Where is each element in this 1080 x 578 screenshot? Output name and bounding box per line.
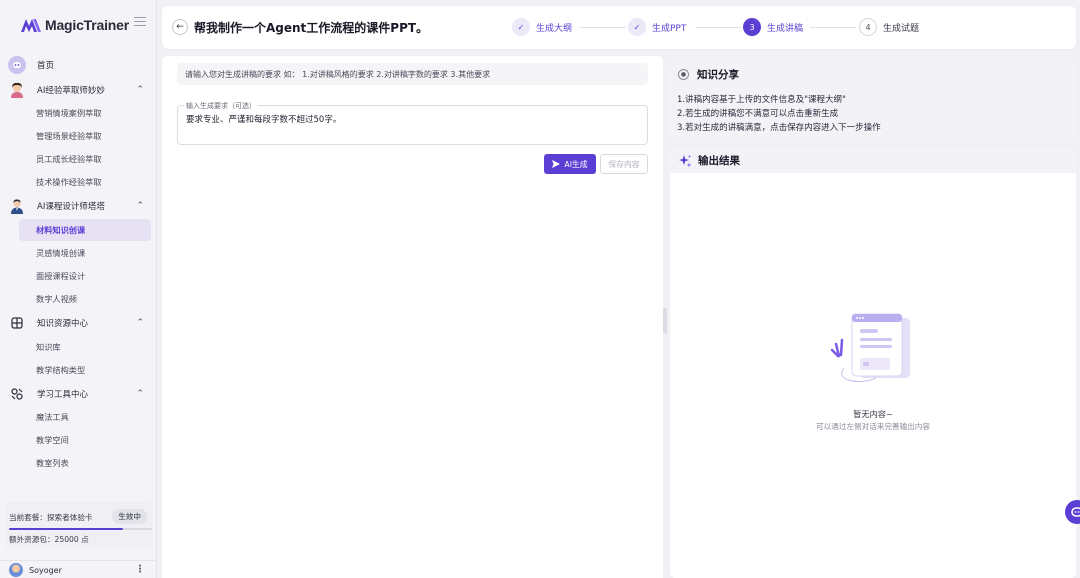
save-button[interactable]: 保存内容 <box>600 154 648 174</box>
sidebar-subitem[interactable]: 灵感情境创课 <box>19 242 151 264</box>
send-icon <box>552 160 561 168</box>
avatar-icon <box>8 197 26 215</box>
tools-icon <box>8 385 26 403</box>
step-divider <box>696 27 742 28</box>
step-label: 生成大纲 <box>536 23 573 34</box>
sidebar-subitem[interactable]: 知识库 <box>19 336 151 358</box>
sidebar-item-label: 首页 <box>37 61 55 71</box>
status-badge: 生效中 <box>112 509 147 524</box>
step-outline[interactable]: ✓ 生成大纲 <box>512 18 572 36</box>
header: ← 帮我制作一个Agent工作流程的课件PPT。 ✓ 生成大纲 ✓ 生成PPT … <box>162 6 1076 49</box>
sparkle-icon <box>679 154 692 167</box>
knowledge-line: 3.若对生成的讲稿满意，点击保存内容进入下一步操作 <box>677 123 881 133</box>
requirements-input[interactable]: 输入生成要求（可选） 要求专业、严谨和每段字数不超过50字。 <box>177 101 648 145</box>
chevron-up-icon[interactable]: ⌃ <box>136 201 144 211</box>
app-name: MagicTrainer <box>45 17 129 33</box>
plan-progress-bar <box>9 528 152 530</box>
plan-box: 当前套餐：探索者体验卡 生效中 额外资源包：25000 点 <box>5 502 152 548</box>
step-script[interactable]: 3 生成讲稿 <box>743 18 803 36</box>
editor-panel: 请输入您对生成讲稿的要求 如： 1.对讲稿风格的要求 2.对讲稿字数的要求 3.… <box>162 56 663 578</box>
more-icon[interactable]: ⋮ <box>135 564 145 575</box>
sidebar-subitem[interactable]: 数字人视频 <box>19 288 151 310</box>
sidebar-item-label: 学习工具中心 <box>37 390 89 400</box>
sidebar-subitem[interactable]: 技术操作经验萃取 <box>19 171 151 193</box>
logo-icon <box>20 17 42 33</box>
chevron-up-icon[interactable]: ⌃ <box>136 85 144 95</box>
chat-icon <box>1071 507 1080 517</box>
sidebar-subitem[interactable]: 教室列表 <box>19 452 151 474</box>
sidebar-item-experience-extractor[interactable]: AI经验萃取师妙妙 ⌃ <box>0 79 157 101</box>
step-divider <box>580 27 626 28</box>
empty-state-illustration <box>830 310 920 400</box>
step-label: 生成讲稿 <box>767 23 804 34</box>
sidebar-subitem[interactable]: 管理场景经验萃取 <box>19 125 151 147</box>
ai-generate-button[interactable]: AI生成 <box>544 154 596 174</box>
avatar-icon <box>8 81 26 99</box>
sidebar-subitem[interactable]: 教学结构类型 <box>19 359 151 381</box>
result-card: 输出结果 暂无内容~ 可以通过左侧对话来完善输出内容 <box>670 148 1076 578</box>
step-divider <box>810 27 856 28</box>
sidebar-subitem-active[interactable]: 材料知识创课 <box>19 219 151 241</box>
step-number: 4 <box>859 18 877 36</box>
chevron-up-icon[interactable]: ⌃ <box>136 389 144 399</box>
sidebar-subitem[interactable]: 面授课程设计 <box>19 265 151 287</box>
input-value[interactable]: 要求专业、严谨和每段字数不超过50字。 <box>186 113 341 125</box>
hint-bar: 请输入您对生成讲稿的要求 如： 1.对讲稿风格的要求 2.对讲稿字数的要求 3.… <box>177 63 648 85</box>
empty-state-subtitle: 可以通过左侧对话来完善输出内容 <box>816 422 930 431</box>
sidebar-subitem[interactable]: 营销情境案例萃取 <box>19 102 151 124</box>
plan-label: 当前套餐：探索者体验卡 <box>9 513 93 522</box>
step-quiz[interactable]: 4 生成试题 <box>859 18 919 36</box>
step-ppt[interactable]: ✓ 生成PPT <box>628 18 686 36</box>
check-icon: ✓ <box>628 18 646 36</box>
user-name: Soyoger <box>29 566 62 575</box>
step-label: 生成试题 <box>883 23 920 34</box>
sidebar: MagicTrainer 首页 AI经验萃取师妙妙 ⌃ 营销情境案例萃取 管理场… <box>0 0 157 578</box>
sidebar-subitem[interactable]: 教学空间 <box>19 429 151 451</box>
right-panel: ● 知识分享 1.讲稿内容基于上传的文件信息及"课程大纲" 2.若生成的讲稿您不… <box>670 62 1076 578</box>
knowledge-icon <box>8 314 26 332</box>
user-row[interactable]: Soyoger ⋮ <box>0 560 157 578</box>
resize-handle[interactable] <box>663 308 667 334</box>
home-icon <box>8 56 26 74</box>
knowledge-line: 1.讲稿内容基于上传的文件信息及"课程大纲" <box>677 95 846 105</box>
avatar <box>9 563 23 577</box>
result-title: 输出结果 <box>698 155 740 167</box>
back-icon[interactable]: ← <box>172 19 188 35</box>
sidebar-item-knowledge-center[interactable]: 知识资源中心 ⌃ <box>0 312 157 334</box>
step-label: 生成PPT <box>652 23 687 34</box>
input-label: 输入生成要求（可选） <box>184 101 258 111</box>
sidebar-item-label: AI课程设计师塔塔 <box>37 202 105 212</box>
sidebar-item-label: AI经验萃取师妙妙 <box>37 86 105 96</box>
chevron-up-icon[interactable]: ⌃ <box>136 318 144 328</box>
plan-extra-resources: 额外资源包：25000 点 <box>9 535 89 544</box>
empty-state-title: 暂无内容~ <box>853 409 893 419</box>
knowledge-title: 知识分享 <box>697 68 739 81</box>
info-icon: ● <box>678 68 689 80</box>
page-title: 帮我制作一个Agent工作流程的课件PPT。 <box>194 21 429 35</box>
sidebar-item-home[interactable]: 首页 <box>0 54 157 76</box>
check-icon: ✓ <box>512 18 530 36</box>
sidebar-subitem[interactable]: 员工成长经验萃取 <box>19 148 151 170</box>
knowledge-line: 2.若生成的讲稿您不满意可以点击重新生成 <box>677 109 839 119</box>
sidebar-item-tools-center[interactable]: 学习工具中心 ⌃ <box>0 383 157 405</box>
ai-generate-label: AI生成 <box>564 159 588 169</box>
step-number: 3 <box>743 18 761 36</box>
collapse-sidebar-icon[interactable] <box>134 17 146 29</box>
sidebar-item-course-designer[interactable]: AI课程设计师塔塔 ⌃ <box>0 195 157 217</box>
sidebar-subitem[interactable]: 魔法工具 <box>19 406 151 428</box>
sidebar-item-label: 知识资源中心 <box>37 319 89 329</box>
knowledge-card: ● 知识分享 1.讲稿内容基于上传的文件信息及"课程大纲" 2.若生成的讲稿您不… <box>670 62 1076 142</box>
